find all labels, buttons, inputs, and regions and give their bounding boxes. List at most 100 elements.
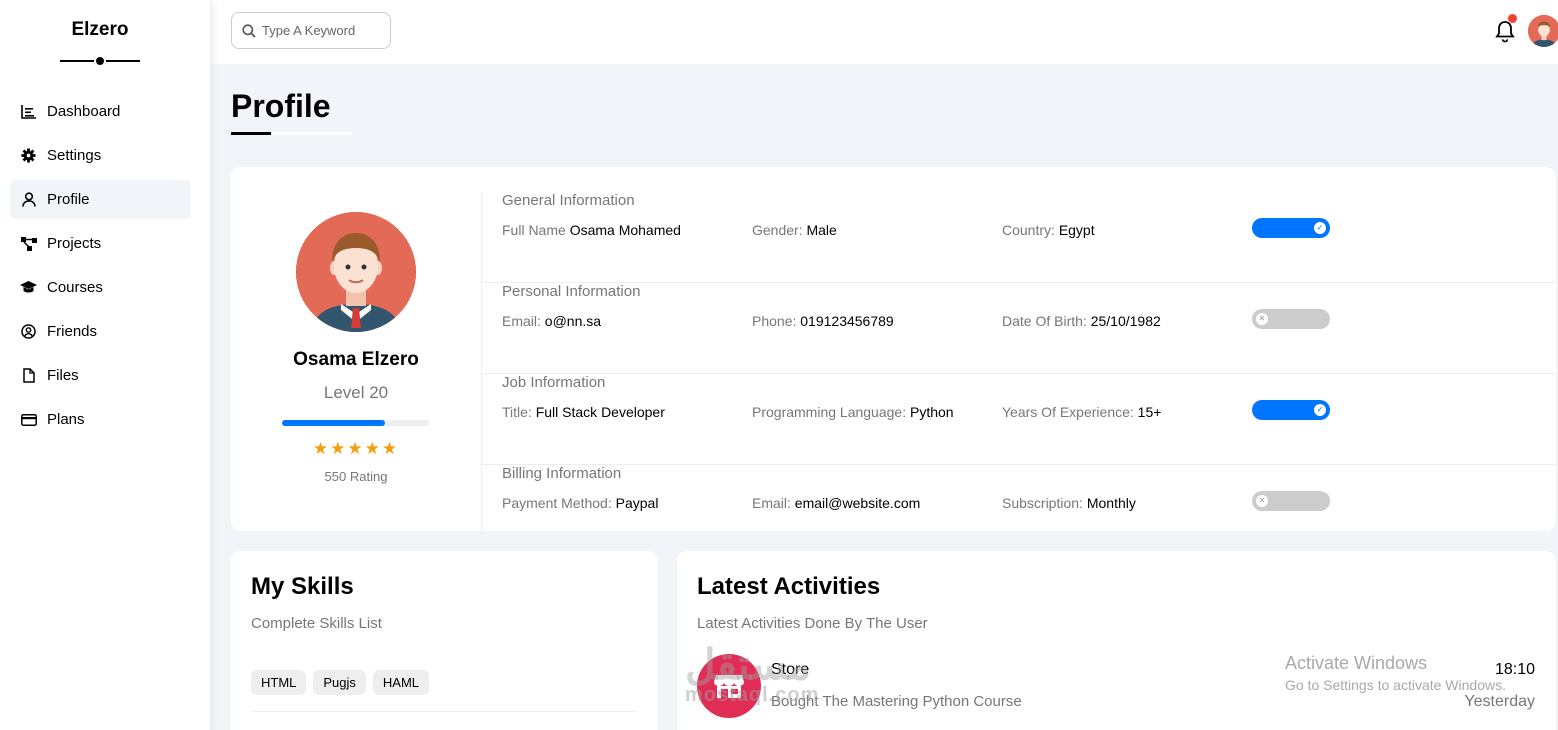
field-label: Phone: xyxy=(752,313,797,329)
sidebar-item-plans[interactable]: Plans xyxy=(10,400,191,439)
search-box[interactable] xyxy=(231,12,391,49)
sidebar-item-label: Settings xyxy=(47,147,102,164)
profile-info-sections: General Information Full Name Osama Moha… xyxy=(481,192,1556,531)
skills-divider xyxy=(251,711,637,712)
windows-activation-watermark: Activate Windows Go to Settings to activ… xyxy=(1285,653,1506,693)
activation-title: Activate Windows xyxy=(1285,653,1428,673)
toggle-knob: ✕ xyxy=(1256,495,1268,507)
section-toggle[interactable]: ✓ xyxy=(1252,218,1330,238)
brand-logo: Elzero xyxy=(71,19,129,40)
activities-subtitle: Latest Activities Done By The User xyxy=(697,615,928,632)
info-section-personal: Personal Information Email: o@nn.sa Phon… xyxy=(482,283,1556,374)
info-field: Full Name Osama Mohamed xyxy=(502,222,681,238)
level-progress-bar xyxy=(282,420,429,426)
section-title: General Information xyxy=(502,192,635,209)
notification-badge xyxy=(1508,14,1517,23)
page-title: Profile xyxy=(231,88,331,124)
sidebar-item-dashboard[interactable]: Dashboard xyxy=(10,92,191,131)
field-value: 019123456789 xyxy=(800,313,894,329)
info-field: Title: Full Stack Developer xyxy=(502,404,665,420)
sidebar-item-label: Profile xyxy=(47,191,90,208)
sidebar-item-label: Courses xyxy=(47,279,103,296)
rating-count: 550 Rating xyxy=(324,469,388,484)
sidebar-item-settings[interactable]: Settings xyxy=(10,136,191,175)
field-value: email@website.com xyxy=(794,495,921,511)
info-field: Subscription: Monthly xyxy=(1002,495,1136,511)
graduation-cap-icon xyxy=(20,279,37,296)
info-field: Email: o@nn.sa xyxy=(502,313,601,329)
skill-tag[interactable]: HAML xyxy=(372,670,430,695)
section-toggle[interactable]: ✕ xyxy=(1252,309,1330,329)
skills-subtitle: Complete Skills List xyxy=(251,615,382,632)
field-label: Payment Method: xyxy=(502,495,612,511)
profile-card: Osama Elzero Level 20 ★★★★★ 550 Rating G… xyxy=(231,167,1556,531)
profile-name: Osama Elzero xyxy=(293,349,419,370)
info-field: Date Of Birth: 25/10/1982 xyxy=(1002,313,1161,329)
gear-icon xyxy=(20,147,37,164)
field-label: Programming Language: xyxy=(752,404,907,420)
section-title: Personal Information xyxy=(502,283,641,300)
field-value: Egypt xyxy=(1058,222,1095,238)
sidebar-item-profile[interactable]: Profile xyxy=(10,180,191,219)
info-field: Country: Egypt xyxy=(1002,222,1095,238)
field-value: Osama Mohamed xyxy=(569,222,681,238)
mostaql-watermark-url: mostaql.com xyxy=(685,684,820,706)
field-label: Country: xyxy=(1002,222,1055,238)
level-progress-fill xyxy=(282,420,385,426)
section-toggle[interactable]: ✓ xyxy=(1252,400,1330,420)
sidebar-nav: Dashboard Settings Profile Projects Cour… xyxy=(10,92,191,444)
profile-summary: Osama Elzero Level 20 ★★★★★ 550 Rating xyxy=(231,167,481,531)
diagram-icon xyxy=(20,235,37,252)
user-icon xyxy=(20,191,37,208)
profile-level: Level 20 xyxy=(323,383,389,402)
chart-icon xyxy=(20,103,37,120)
profile-avatar xyxy=(296,212,416,332)
field-label: Title: xyxy=(502,404,532,420)
user-circle-icon xyxy=(20,323,37,340)
avatar[interactable] xyxy=(1528,15,1558,47)
sidebar: Elzero Dashboard Settings Profile Projec… xyxy=(0,0,210,730)
info-field: Email: email@website.com xyxy=(752,495,920,511)
info-field: Years Of Experience: 15+ xyxy=(1002,404,1161,420)
sidebar-item-files[interactable]: Files xyxy=(10,356,191,395)
mostaql-watermark: مستقل xyxy=(685,641,811,688)
info-field: Payment Method: Paypal xyxy=(502,495,658,511)
file-icon xyxy=(20,367,37,384)
sidebar-item-projects[interactable]: Projects xyxy=(10,224,191,263)
sidebar-item-label: Dashboard xyxy=(47,103,121,120)
info-section-job: Job Information Title: Full Stack Develo… xyxy=(482,374,1556,465)
rating-stars: ★★★★★ xyxy=(312,439,400,458)
field-label: Full Name xyxy=(502,222,566,238)
field-value: Full Stack Developer xyxy=(535,404,665,420)
toggle-knob: ✓ xyxy=(1314,404,1326,416)
info-section-general: General Information Full Name Osama Moha… xyxy=(482,192,1556,283)
skill-tag[interactable]: HTML xyxy=(251,670,307,695)
sidebar-item-label: Projects xyxy=(47,235,102,252)
info-field: Gender: Male xyxy=(752,222,837,238)
field-label: Years Of Experience: xyxy=(1002,404,1134,420)
toggle-knob: ✓ xyxy=(1314,222,1326,234)
field-value: Monthly xyxy=(1086,495,1136,511)
field-value: Python xyxy=(910,404,954,420)
field-value: 15+ xyxy=(1137,404,1162,420)
section-title: Job Information xyxy=(502,374,606,391)
activities-title: Latest Activities xyxy=(697,573,881,600)
section-toggle[interactable]: ✕ xyxy=(1252,491,1330,511)
field-label: Email: xyxy=(502,313,541,329)
skill-tag[interactable]: Pugjs xyxy=(313,670,366,695)
sidebar-item-label: Files xyxy=(47,367,79,384)
sidebar-item-label: Friends xyxy=(47,323,98,340)
search-icon xyxy=(242,23,256,38)
sidebar-item-courses[interactable]: Courses xyxy=(10,268,191,307)
toggle-knob: ✕ xyxy=(1256,313,1268,325)
search-input[interactable] xyxy=(262,23,382,38)
field-value: Male xyxy=(806,222,837,238)
skills-list: HTML Pugjs HAML xyxy=(251,670,430,695)
sidebar-item-friends[interactable]: Friends xyxy=(10,312,191,351)
top-header xyxy=(210,0,1558,64)
activation-hint: Go to Settings to activate Windows. xyxy=(1285,677,1506,693)
info-section-billing: Billing Information Payment Method: Payp… xyxy=(482,465,1556,556)
skills-card: My Skills Complete Skills List HTML Pugj… xyxy=(231,551,657,730)
brand-divider-dot xyxy=(94,55,106,67)
field-label: Subscription: xyxy=(1002,495,1083,511)
